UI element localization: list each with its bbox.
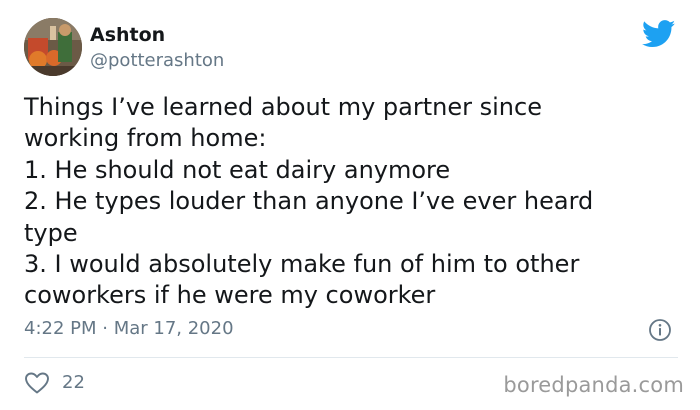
twitter-bird-icon[interactable]: [641, 20, 676, 48]
like-count: 22: [62, 372, 85, 393]
info-icon[interactable]: [648, 318, 672, 342]
author-handle[interactable]: @potterashton: [90, 50, 224, 72]
tweet-card: Ashton @potterashton Things I’ve learned…: [0, 0, 700, 410]
watermark: boredpanda.com: [503, 373, 684, 397]
heart-icon[interactable]: [24, 371, 50, 395]
divider: [24, 357, 678, 358]
tweet-text: Things I’ve learned about my partner sin…: [24, 93, 594, 310]
author-name[interactable]: Ashton: [90, 24, 165, 46]
tweet-timestamp[interactable]: 4:22 PM · Mar 17, 2020: [24, 318, 234, 340]
avatar[interactable]: [24, 18, 82, 76]
